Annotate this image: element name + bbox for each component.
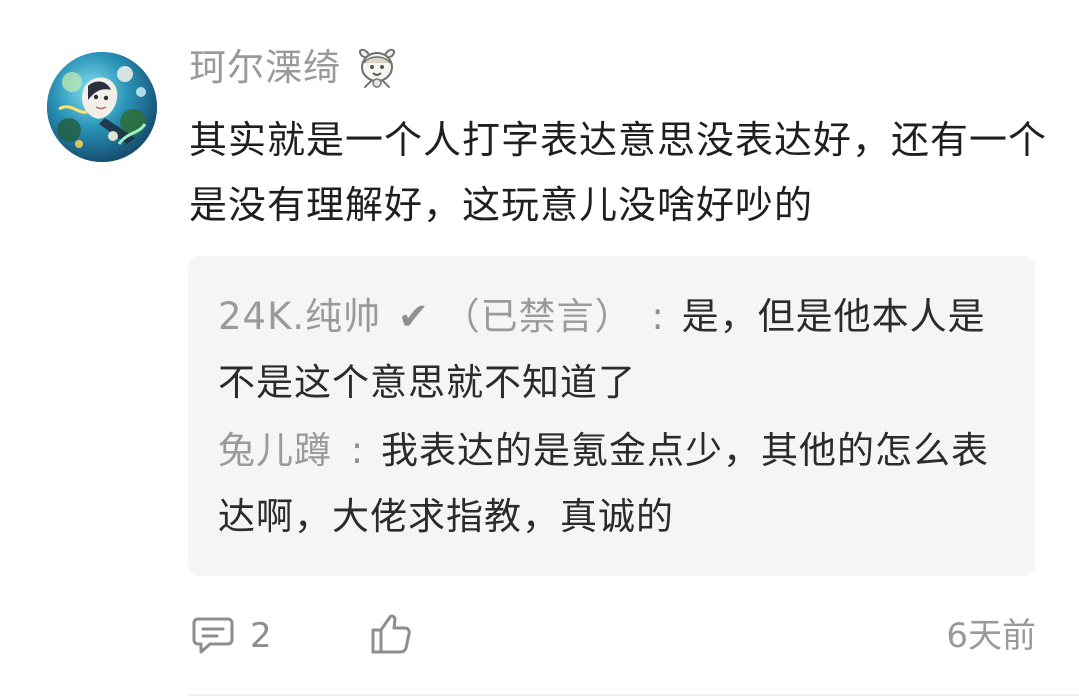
reply-author[interactable]: 24K.纯帅 [218, 295, 381, 338]
chibi-badge-icon [353, 43, 401, 91]
reply-author-status: （已禁言） [442, 295, 633, 338]
like-button[interactable] [368, 606, 414, 666]
reply-button[interactable]: 2 [190, 606, 272, 666]
thumbs-up-icon [368, 611, 414, 661]
avatar-image [47, 52, 157, 162]
author-row: 珂尔溧绮 [189, 42, 401, 92]
comment-card: 珂尔溧绮 其实就是一个人打字表达意思没表达好，还有一个是没有理解好，这玩意儿没啥… [0, 0, 1079, 696]
comment-footer: 2 6天前 [188, 606, 1036, 666]
verified-check-icon: ✔ [397, 295, 430, 338]
timestamp: 6天前 [946, 616, 1036, 656]
reply-author[interactable]: 兔儿蹲 [218, 429, 332, 472]
author-name[interactable]: 珂尔溧绮 [189, 49, 341, 86]
reply-list[interactable]: 24K.纯帅 ✔ （已禁言） : 是，但是他本人是不是这个意思就不知道了 兔儿蹲… [188, 256, 1035, 576]
reply-separator: : [651, 295, 665, 338]
avatar[interactable] [47, 52, 157, 162]
reply-item[interactable]: 24K.纯帅 ✔ （已禁言） : 是，但是他本人是不是这个意思就不知道了 [218, 284, 1005, 416]
reply-text: 我表达的是氪金点少，其他的怎么表达啊，大佬求指教，真诚的 [218, 429, 989, 538]
reply-item[interactable]: 兔儿蹲 : 我表达的是氪金点少，其他的怎么表达啊，大佬求指教，真诚的 [218, 418, 1005, 550]
comment-icon [190, 611, 236, 661]
reply-separator: : [350, 429, 365, 472]
reply-count: 2 [250, 616, 272, 656]
comment-text: 其实就是一个人打字表达意思没表达好，还有一个是没有理解好，这玩意儿没啥好吵的 [189, 118, 1048, 227]
